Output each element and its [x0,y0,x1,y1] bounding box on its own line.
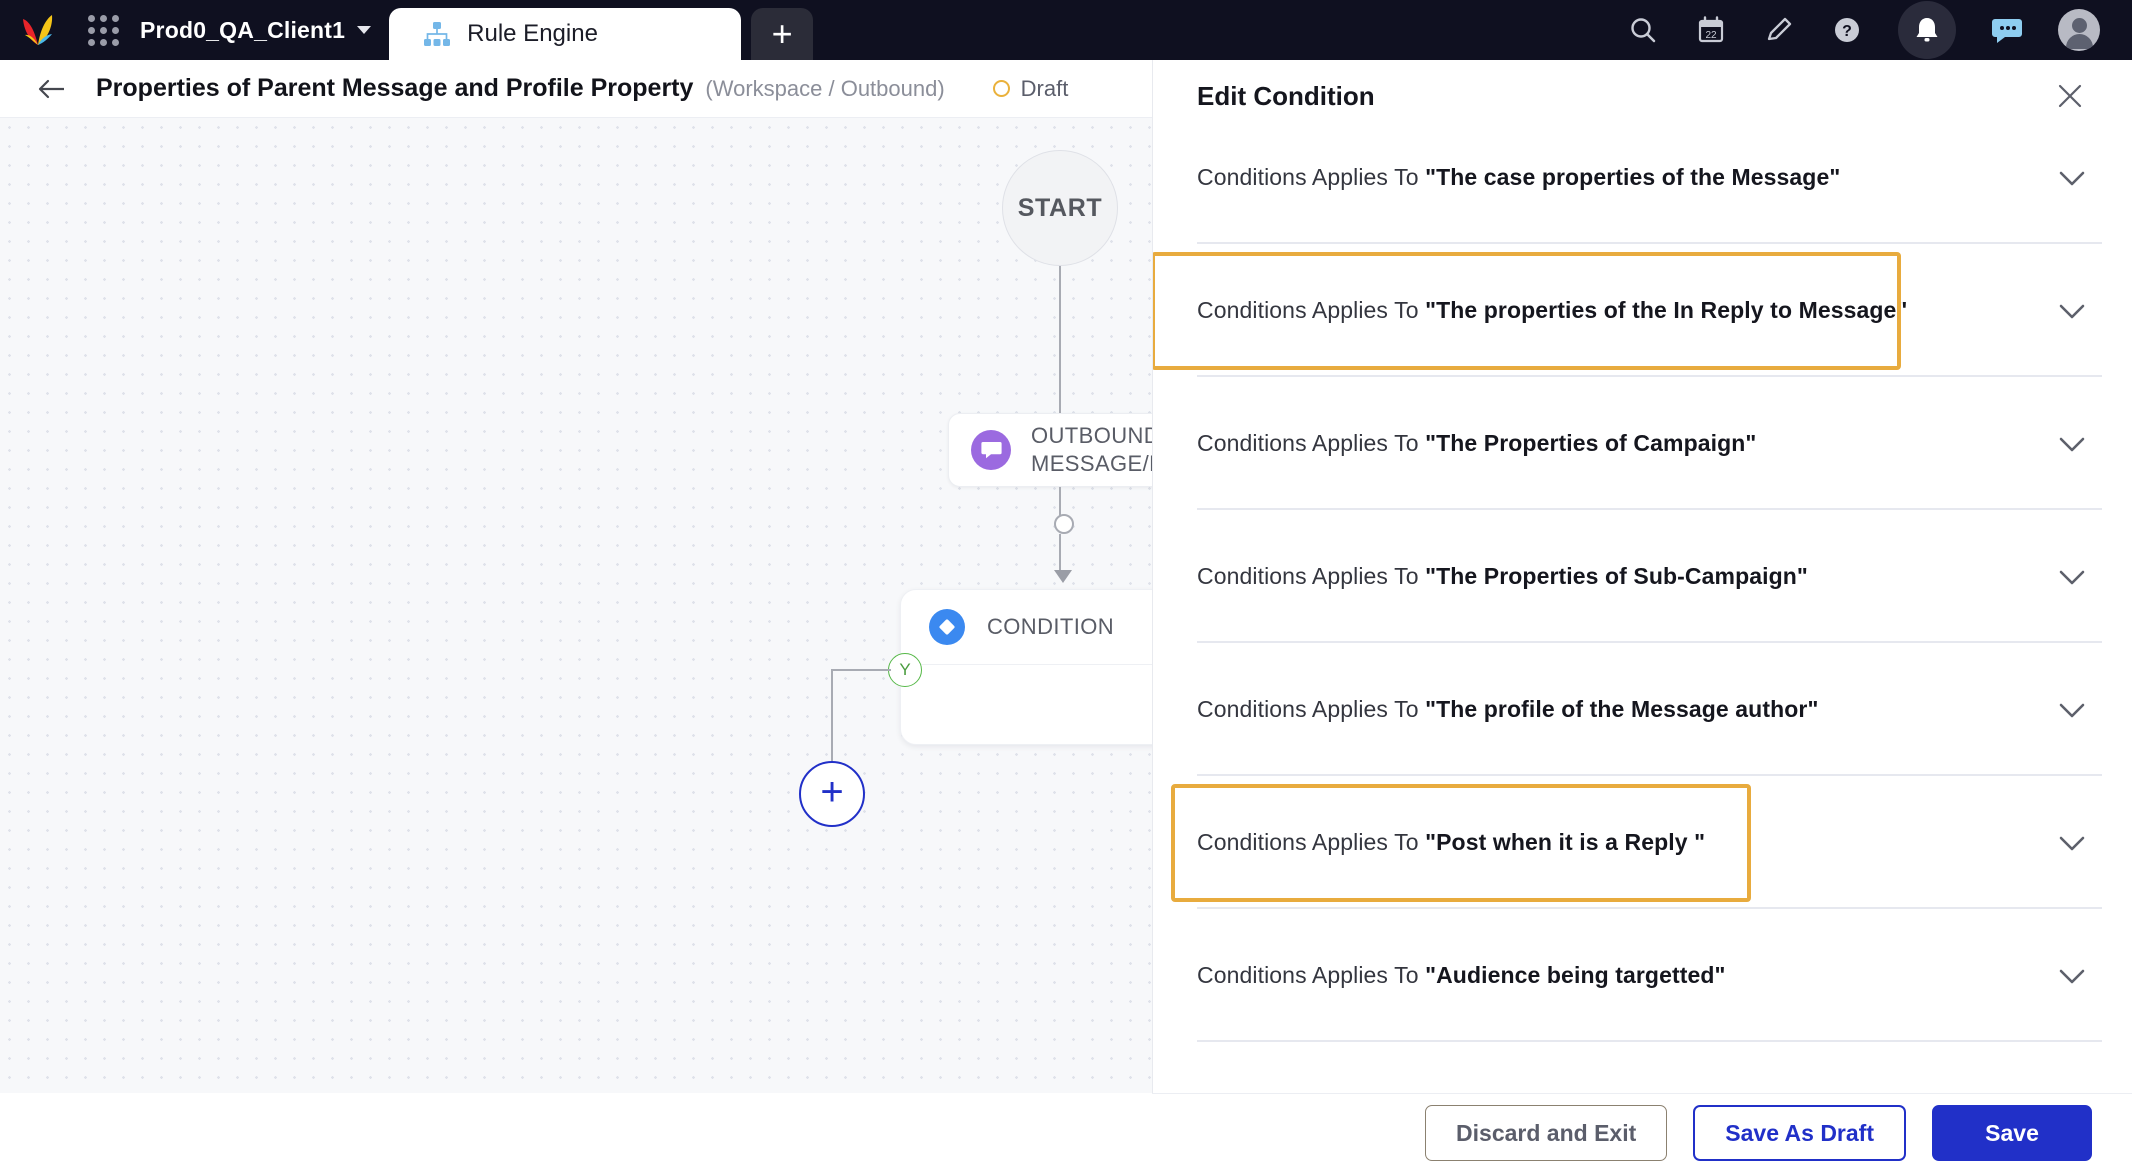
app-grid-icon[interactable] [76,0,130,60]
condition-row[interactable]: Conditions Applies To "The Properties of… [1153,377,2132,510]
tab-label: Rule Engine [467,20,598,47]
flow-node-condition-header: CONDITION [901,590,1152,664]
outbound-message-icon [971,430,1011,470]
top-navigation-bar: Prod0_QA_Client1 Rule Engine + 22 ? [0,0,2132,60]
condition-row-label: Conditions Applies To "The Properties of… [1197,430,1757,456]
condition-node-divider [909,664,1152,665]
edge-outbound-to-joint-upper [1059,487,1061,517]
page-title: Properties of Parent Message and Profile… [96,74,694,102]
condition-row[interactable]: Conditions Applies To "The profile of th… [1153,643,2132,776]
condition-row-label: Conditions Applies To "Post when it is a… [1197,829,1706,855]
edge-joint-to-condition [1059,534,1061,574]
edge-arrow-icon [1054,570,1072,583]
edit-condition-title: Edit Condition [1197,80,1375,111]
rule-engine-hierarchy-icon [424,22,451,46]
flow-node-condition[interactable]: CONDITION [900,589,1152,745]
notifications-bell-icon[interactable] [1898,1,1956,59]
edge-start-to-outbound [1059,266,1061,414]
save-button[interactable]: Save [1932,1105,2092,1161]
flow-canvas[interactable]: START OUTBOUND MESSAGE/POST CONDITION [0,118,1152,1093]
edge-yes-horizontal [831,669,891,671]
back-arrow-icon[interactable] [32,69,72,109]
condition-row-target: "Audience being targetted" [1425,962,1726,988]
status-label: Draft [1020,75,1069,101]
condition-row-target: "Post when it is a Reply " [1425,829,1706,855]
edge-joint-node[interactable] [1054,514,1074,534]
client-name-label: Prod0_QA_Client1 [140,16,346,43]
condition-row-target: "The Properties of Sub-Campaign" [1425,563,1808,589]
chevron-down-icon[interactable] [2056,561,2088,593]
edge-yes-vertical [831,669,833,764]
chevron-down-icon[interactable] [2056,428,2088,460]
close-icon[interactable] [2052,78,2088,114]
chevron-down-icon[interactable] [2056,827,2088,859]
client-selector[interactable]: Prod0_QA_Client1 [130,0,389,60]
chevron-down-icon[interactable] [2056,162,2088,194]
svg-text:?: ? [1842,23,1852,40]
save-as-draft-button[interactable]: Save As Draft [1693,1105,1906,1161]
condition-row-label: Conditions Applies To "Audience being ta… [1197,962,1726,988]
sprinklr-logo-icon [23,15,53,45]
nav-icon-group: 22 ? [1626,1,2132,59]
user-avatar[interactable] [2058,9,2100,51]
page-scope-label: (Workspace / Outbound) [705,75,945,101]
app-root: Prod0_QA_Client1 Rule Engine + 22 ? Prop… [0,0,2132,1172]
add-node-button[interactable]: + [799,761,865,827]
messages-chat-icon[interactable] [1990,13,2024,47]
flow-node-outbound-message[interactable]: OUTBOUND MESSAGE/POST [948,413,1152,487]
chevron-down-icon [357,26,372,34]
condition-row[interactable]: Conditions Applies To "The properties of… [1153,244,2132,377]
condition-row-label: Conditions Applies To "The profile of th… [1197,696,1819,722]
condition-row-target: "The case properties of the Message" [1425,164,1841,190]
row-divider [1197,1040,2102,1042]
condition-row[interactable]: Conditions Applies To "Audience being ta… [1153,909,2132,1042]
condition-row-target: "The properties of the In Reply to Messa… [1425,297,1908,323]
condition-row-label: Conditions Applies To "The properties of… [1197,297,1908,323]
help-icon[interactable]: ? [1830,13,1864,47]
status-badge: Draft [992,75,1069,102]
tab-rule-engine[interactable]: Rule Engine [389,8,742,60]
conditions-list: Conditions Applies To "The case properti… [1153,132,2132,1042]
condition-row-target: "The profile of the Message author" [1425,696,1819,722]
condition-row[interactable]: Conditions Applies To "Post when it is a… [1153,776,2132,909]
panel-action-footer: Discard and Exit Save As Draft Save [1152,1093,2132,1172]
flow-node-outbound-label: OUTBOUND MESSAGE/POST [1031,422,1152,476]
edit-condition-panel-body[interactable]: Conditions Applies To "The case properti… [1153,132,2132,1172]
edit-condition-panel-header: Edit Condition [1153,60,2132,132]
condition-row-target: "The Properties of Campaign" [1425,430,1757,456]
add-tab-button[interactable]: + [751,8,814,60]
condition-row-label: Conditions Applies To "The case properti… [1197,164,1841,190]
edit-pencil-icon[interactable] [1762,13,1796,47]
sprinklr-logo[interactable] [0,0,76,60]
condition-row[interactable]: Conditions Applies To "The case properti… [1153,132,2132,244]
chevron-down-icon[interactable] [2056,960,2088,992]
status-dot-icon [992,80,1010,97]
discard-and-exit-button[interactable]: Discard and Exit [1425,1105,1668,1161]
tab-strip: Rule Engine + [389,0,814,60]
condition-row-label: Conditions Applies To "The Properties of… [1197,563,1808,589]
condition-row[interactable]: Conditions Applies To "The Properties of… [1153,510,2132,643]
chevron-down-icon[interactable] [2056,694,2088,726]
canvas-footer-spacer [0,1093,1152,1172]
calendar-icon[interactable]: 22 [1694,13,1728,47]
edit-condition-panel: Edit Condition Conditions Applies To "Th… [1152,60,2132,1172]
flow-node-condition-label: CONDITION [987,614,1115,639]
app-grid-dots [87,14,119,46]
branch-label-yes[interactable]: Y [888,653,922,687]
page-subheader: Properties of Parent Message and Profile… [0,60,1152,118]
condition-diamond-icon [929,609,965,645]
flow-node-start[interactable]: START [1002,150,1118,266]
search-icon[interactable] [1626,13,1660,47]
chevron-down-icon[interactable] [2056,295,2088,327]
svg-text:22: 22 [1705,30,1717,41]
